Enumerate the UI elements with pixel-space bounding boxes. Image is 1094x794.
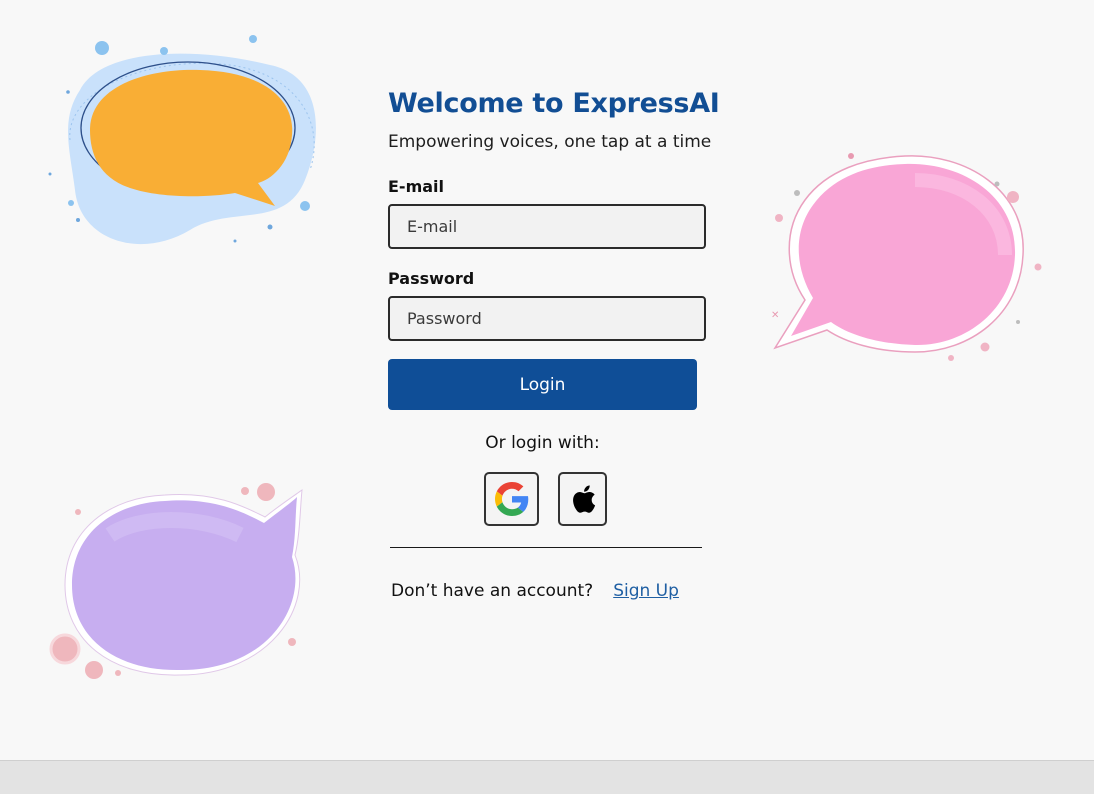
google-login-button[interactable] [484,472,539,526]
email-field[interactable] [388,204,706,249]
signup-link[interactable]: Sign Up [613,581,679,601]
password-label: Password [388,269,475,288]
bottom-bar [0,760,1094,794]
signup-row: Don’t have an account? Sign Up [391,581,679,601]
email-label: E-mail [388,177,445,196]
page-title: Welcome to ExpressAI [388,88,720,119]
or-login-with-label: Or login with: [485,433,600,453]
divider [390,547,702,548]
login-button[interactable]: Login [388,359,697,410]
purple-speech-bubble-illustration [49,483,303,679]
apple-icon [572,485,595,513]
password-field[interactable] [388,296,706,341]
page-subtitle: Empowering voices, one tap at a time [388,132,712,152]
apple-login-button[interactable] [558,472,607,526]
orange-speech-bubble-illustration [48,35,316,245]
google-icon [494,482,528,516]
login-page: ✕ Welcome to ExpressAI Empowering voices… [0,0,1094,794]
no-account-text: Don’t have an account? [391,581,594,601]
svg-text:✕: ✕ [771,310,779,321]
pink-speech-bubble-illustration: ✕ [771,153,1042,361]
